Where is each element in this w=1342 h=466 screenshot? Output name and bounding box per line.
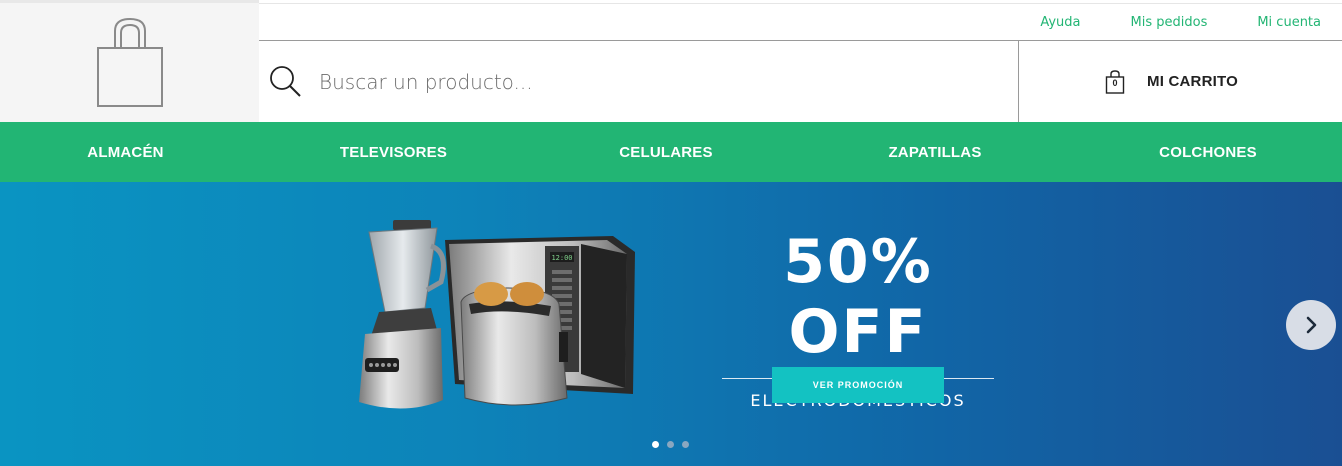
nav-item-televisores[interactable]: TELEVISORES — [251, 144, 536, 161]
cart-label: MI CARRITO — [1147, 73, 1238, 90]
promo-banner[interactable]: 12:00 50% OFF VER PROMOCIÓN — [0, 182, 1342, 466]
nav-item-almacen[interactable]: ALMACÉN — [0, 144, 251, 161]
nav-item-zapatillas[interactable]: ZAPATILLAS — [796, 144, 1074, 161]
logo[interactable] — [0, 0, 259, 122]
nav-item-celulares[interactable]: CELULARES — [536, 144, 796, 161]
cart-count: 0 — [1112, 77, 1118, 88]
carousel-dot-3[interactable] — [682, 441, 689, 448]
cart-bag-icon: 0 — [1105, 69, 1125, 94]
top-links: Ayuda Mis pedidos Mi cuenta — [259, 3, 1342, 40]
search-input[interactable] — [319, 69, 919, 94]
page: Ayuda Mis pedidos Mi cuenta 0 MI CARRITO… — [0, 0, 1342, 466]
carousel-dots — [652, 441, 689, 448]
chevron-right-icon — [1306, 316, 1317, 334]
nav-item-colchones[interactable]: COLCHONES — [1074, 144, 1342, 161]
shopping-bag-icon — [96, 17, 163, 107]
promo-title: 50% OFF — [783, 227, 933, 367]
next-slide-button[interactable] — [1286, 300, 1336, 350]
toaster-image — [460, 282, 568, 406]
my-account-link[interactable]: Mi cuenta — [1257, 15, 1321, 30]
category-nav: ALMACÉN TELEVISORES CELULARES ZAPATILLAS… — [0, 122, 1342, 182]
appliances-image: 12:00 — [359, 220, 635, 409]
microwave-display: 12:00 — [551, 254, 572, 262]
search-icon[interactable] — [269, 65, 303, 99]
help-link[interactable]: Ayuda — [1040, 15, 1080, 30]
view-promotion-button[interactable]: VER PROMOCIÓN — [772, 367, 944, 403]
blender-image — [359, 220, 446, 409]
my-orders-link[interactable]: Mis pedidos — [1131, 15, 1208, 30]
cart-button[interactable]: 0 MI CARRITO — [1018, 40, 1342, 122]
search-bar — [259, 40, 1019, 122]
carousel-dot-2[interactable] — [667, 441, 674, 448]
carousel-dot-1[interactable] — [652, 441, 659, 448]
